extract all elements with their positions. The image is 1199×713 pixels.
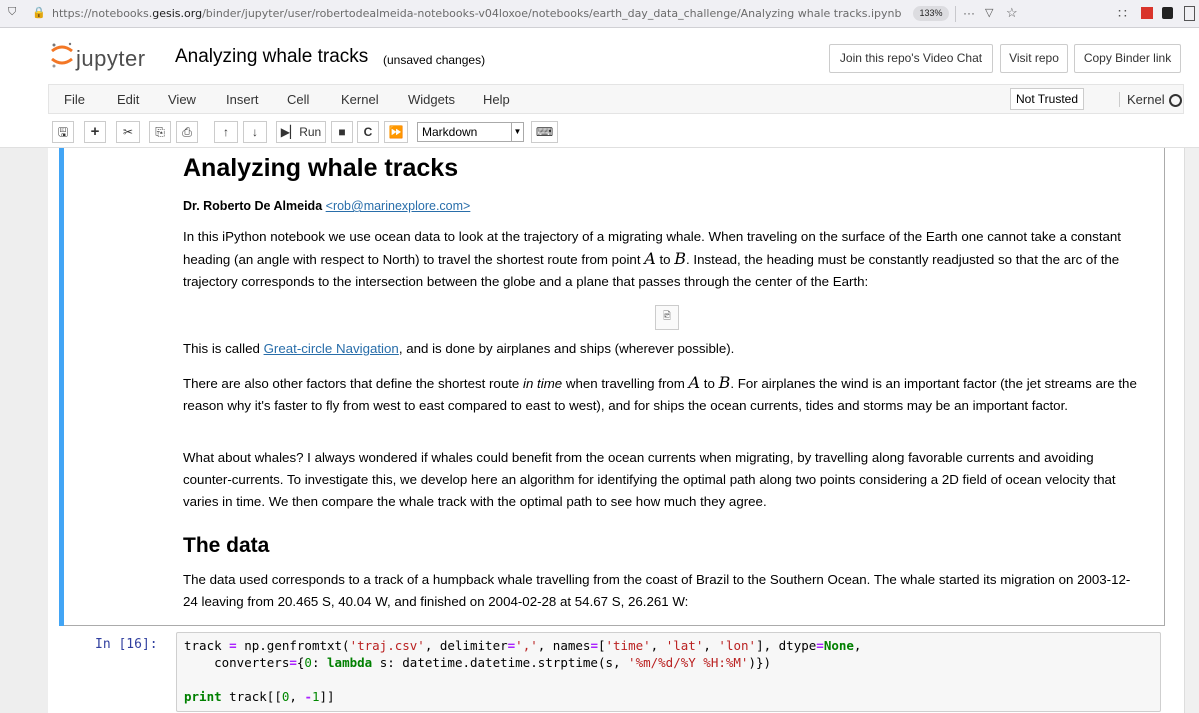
- author-line: Dr. Roberto De Almeida <rob@marinexplore…: [183, 195, 1143, 217]
- extension-red-icon[interactable]: [1141, 7, 1153, 19]
- cut-button[interactable]: ✂: [116, 121, 140, 143]
- pocket-icon[interactable]: ▽: [985, 6, 993, 19]
- save-status: (unsaved changes): [383, 53, 486, 67]
- interrupt-button[interactable]: ■: [331, 121, 353, 143]
- shield-icon[interactable]: ⛉: [8, 6, 16, 19]
- jupyter-logo-text[interactable]: jupyter: [76, 46, 146, 72]
- chevron-down-icon: ▼: [511, 123, 523, 141]
- paragraph-intro: In this iPython notebook we use ocean da…: [183, 229, 1122, 289]
- kernel-idle-icon: [1169, 94, 1182, 107]
- menu-widgets[interactable]: Widgets: [408, 92, 455, 107]
- author-name: Dr. Roberto De Almeida: [183, 199, 323, 213]
- video-chat-button[interactable]: Join this repo's Video Chat: [829, 44, 993, 73]
- restart-run-all-button[interactable]: ⏩: [384, 121, 408, 143]
- url-text[interactable]: https://notebooks.gesis.org/binder/jupyt…: [52, 7, 902, 20]
- notebook-title[interactable]: Analyzing whale tracks: [175, 46, 368, 68]
- scrollbar[interactable]: [1184, 148, 1199, 713]
- fast-forward-icon: ⏩: [388, 125, 404, 139]
- visit-repo-button[interactable]: Visit repo: [1000, 44, 1068, 73]
- emphasis-in-time: in time: [523, 376, 563, 391]
- paragraph-great-circle: This is called Great-circle Navigation, …: [183, 341, 735, 356]
- scissors-icon: ✂: [122, 125, 134, 139]
- code-text[interactable]: track = np.genfromtxt('traj.csv', delimi…: [184, 637, 861, 705]
- menu-kernel[interactable]: Kernel: [341, 92, 379, 107]
- menu-view[interactable]: View: [168, 92, 196, 107]
- paste-button[interactable]: ⎙: [176, 121, 198, 143]
- input-prompt: In [16]:: [95, 637, 158, 652]
- restart-icon: C: [363, 125, 373, 139]
- move-up-button[interactable]: ↑: [214, 121, 238, 143]
- command-palette-button[interactable]: ⌨: [531, 121, 558, 143]
- cell-selection-bar: [59, 148, 64, 626]
- copy-binder-link-button[interactable]: Copy Binder link: [1074, 44, 1181, 73]
- keyboard-icon: ⌨: [535, 125, 554, 139]
- zoom-level[interactable]: 133%: [913, 6, 949, 21]
- save-icon: 🖫: [57, 125, 69, 139]
- paste-icon: ⎙: [182, 125, 192, 139]
- plus-icon: +: [90, 123, 100, 140]
- bookmark-star-icon[interactable]: ☆: [1006, 5, 1018, 21]
- insert-cell-button[interactable]: +: [84, 121, 106, 143]
- paragraph-whales: What about whales? I always wondered if …: [183, 450, 1116, 509]
- extension-dark-icon[interactable]: [1162, 7, 1173, 19]
- run-button[interactable]: ▶▏Run: [276, 121, 326, 143]
- jupyter-logo-icon[interactable]: [50, 41, 74, 69]
- paragraph-factors: There are also other factors that define…: [183, 373, 1137, 413]
- kernel-status: Kernel: [1119, 92, 1165, 107]
- copy-button[interactable]: ⎘: [149, 121, 171, 143]
- more-actions-icon[interactable]: ···: [963, 6, 975, 20]
- menu-file[interactable]: File: [64, 92, 85, 107]
- heading-title: Analyzing whale tracks: [183, 154, 459, 182]
- menu-help[interactable]: Help: [483, 92, 510, 107]
- move-down-button[interactable]: ↓: [243, 121, 267, 143]
- browser-url-bar[interactable]: ⛉ 🔒 https://notebooks.gesis.org/binder/j…: [0, 0, 1199, 28]
- step-forward-icon: ▶▏: [280, 125, 300, 139]
- menu-cell[interactable]: Cell: [287, 92, 309, 107]
- menu-edit[interactable]: Edit: [117, 92, 139, 107]
- stop-icon: ■: [338, 125, 346, 139]
- restart-button[interactable]: C: [357, 121, 379, 143]
- run-label: Run: [299, 125, 322, 139]
- broken-image-icon: 🖻: [655, 305, 679, 330]
- menu-insert[interactable]: Insert: [226, 92, 259, 107]
- great-circle-link[interactable]: Great-circle Navigation: [264, 341, 399, 356]
- save-button[interactable]: 🖫: [52, 121, 74, 143]
- sidebar-icon[interactable]: [1184, 6, 1195, 21]
- not-trusted-button[interactable]: Not Trusted: [1010, 88, 1084, 110]
- math-var-a: A: [644, 249, 656, 268]
- paragraph-data: The data used corresponds to a track of …: [183, 572, 1131, 609]
- divider: [955, 6, 956, 22]
- math-var-b: B: [674, 249, 687, 268]
- copy-icon: ⎘: [155, 125, 165, 139]
- heading-the-data: The data: [183, 534, 270, 557]
- lock-warning-icon[interactable]: 🔒: [32, 6, 46, 19]
- extension-grid-icon[interactable]: ∷: [1118, 5, 1127, 22]
- cell-type-select[interactable]: Markdown ▼: [417, 122, 524, 142]
- arrow-down-icon: ↓: [252, 125, 258, 139]
- cell-type-value: Markdown: [422, 125, 478, 139]
- author-email-link[interactable]: <rob@marinexplore.com>: [326, 199, 471, 213]
- arrow-up-icon: ↑: [223, 125, 229, 139]
